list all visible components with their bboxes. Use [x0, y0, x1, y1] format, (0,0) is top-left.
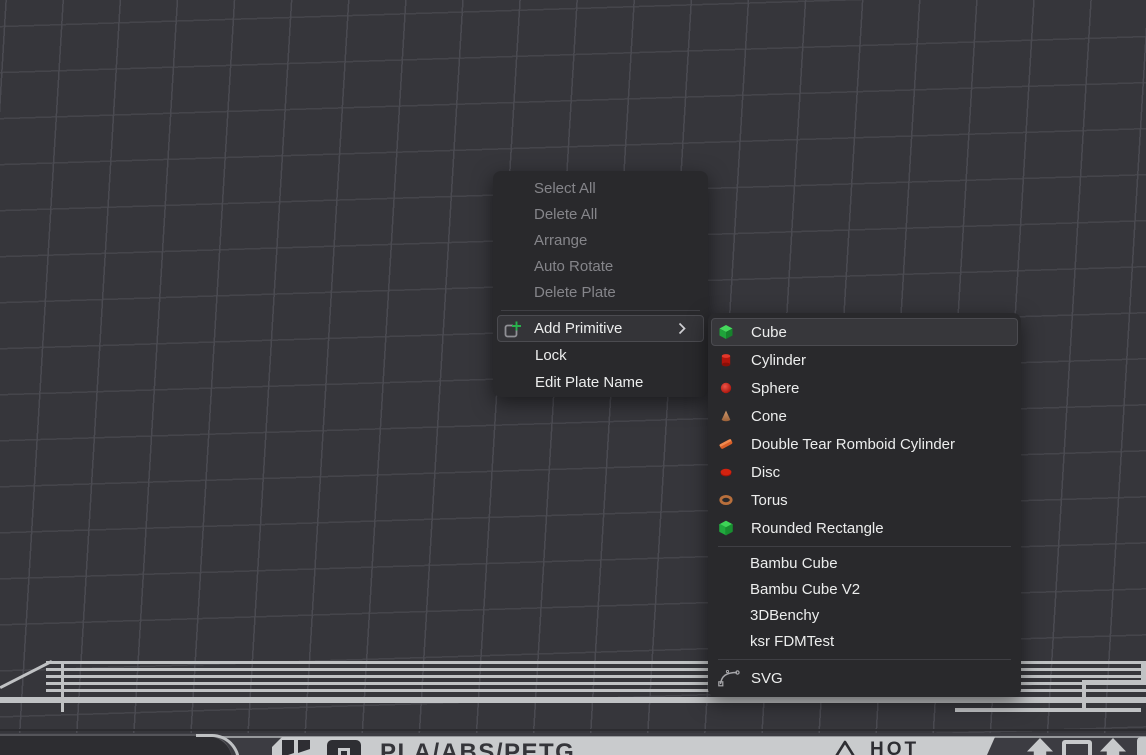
menu-item-label: Lock: [498, 347, 567, 364]
submenu-arrow-icon: [678, 322, 703, 335]
disc-icon: [718, 464, 734, 480]
plate-label-strip: PLA/ABS/PETG HOT: [272, 737, 997, 755]
menu-item-label: Edit Plate Name: [498, 374, 643, 391]
submenu-item-torus[interactable]: Torus: [711, 486, 1018, 514]
hot-label: HOT: [870, 739, 919, 755]
menu-item-delete-all: Delete All: [493, 202, 708, 228]
submenu-item-3dbenchy[interactable]: 3DBenchy: [708, 603, 1021, 629]
menu-item-add-primitive[interactable]: Add Primitive: [497, 315, 704, 342]
submenu-item-cone[interactable]: Cone: [711, 402, 1018, 430]
submenu-item-label: Double Tear Romboid Cylinder: [751, 436, 955, 453]
plate-material-label: PLA/ABS/PETG: [380, 739, 575, 755]
plate-front-face: PLA/ABS/PETG HOT: [0, 733, 1146, 755]
cylinder-icon: [718, 352, 734, 368]
add-primitive-icon: [503, 320, 522, 343]
submenu-item-rounded-rectangle[interactable]: Rounded Rectangle: [711, 514, 1018, 542]
menu-item-auto-rotate: Auto Rotate: [493, 254, 708, 280]
context-menu: Select All Delete All Arrange Auto Rotat…: [493, 171, 708, 397]
bambu-logo-icon: [281, 740, 311, 755]
menu-item-delete-plate: Delete Plate: [493, 280, 708, 306]
menu-item-arrange: Arrange: [493, 228, 708, 254]
torus-icon: [718, 492, 734, 508]
menu-separator: [501, 310, 700, 311]
menu-item-edit-plate-name[interactable]: Edit Plate Name: [497, 369, 704, 396]
submenu-item-label: Disc: [751, 464, 780, 481]
submenu-item-svg[interactable]: SVG: [711, 664, 1018, 692]
submenu-separator: [718, 659, 1011, 660]
plate-square-marking: [1062, 740, 1092, 755]
submenu-item-ksr-fdmtest[interactable]: ksr FDMTest: [708, 629, 1021, 655]
submenu-item-sphere[interactable]: Sphere: [711, 374, 1018, 402]
submenu-item-label: Cylinder: [751, 352, 806, 369]
menu-item-lock[interactable]: Lock: [497, 342, 704, 369]
submenu-item-label: Sphere: [751, 380, 799, 397]
plate-front-seam: [0, 729, 1146, 731]
bezier-curve-icon: [718, 670, 740, 686]
menu-item-select-all: Select All: [493, 176, 708, 202]
plate-lift-arrow-icon: [1027, 738, 1053, 755]
submenu-item-cube[interactable]: Cube: [711, 318, 1018, 346]
submenu-item-label: Torus: [751, 492, 788, 509]
submenu-item-label: Rounded Rectangle: [751, 520, 884, 537]
cone-icon: [718, 408, 734, 424]
submenu-separator: [718, 546, 1011, 547]
add-primitive-submenu: Cube Cylinder Sphere: [708, 313, 1021, 697]
submenu-item-bambu-cube[interactable]: Bambu Cube: [708, 551, 1021, 577]
plate-brand-icon: [327, 740, 365, 755]
double-tear-romboid-cylinder-icon: [718, 436, 734, 452]
submenu-item-double-tear-romboid-cylinder[interactable]: Double Tear Romboid Cylinder: [711, 430, 1018, 458]
cube-icon: [718, 324, 734, 340]
sphere-icon: [718, 380, 734, 396]
submenu-item-bambu-cube-v2[interactable]: Bambu Cube V2: [708, 577, 1021, 603]
plate-marking-partial: [1137, 737, 1146, 755]
submenu-item-label: SVG: [751, 670, 783, 687]
submenu-item-label: Cone: [751, 408, 787, 425]
submenu-item-label: Cube: [751, 324, 787, 341]
rounded-rectangle-icon: [718, 520, 734, 536]
submenu-item-disc[interactable]: Disc: [711, 458, 1018, 486]
hot-surface-warning-icon: [830, 739, 860, 755]
submenu-item-cylinder[interactable]: Cylinder: [711, 346, 1018, 374]
plate-lift-arrow-icon: [1100, 738, 1126, 755]
3d-viewport[interactable]: PLA/ABS/PETG HOT Select All Delete All A…: [0, 0, 1146, 755]
